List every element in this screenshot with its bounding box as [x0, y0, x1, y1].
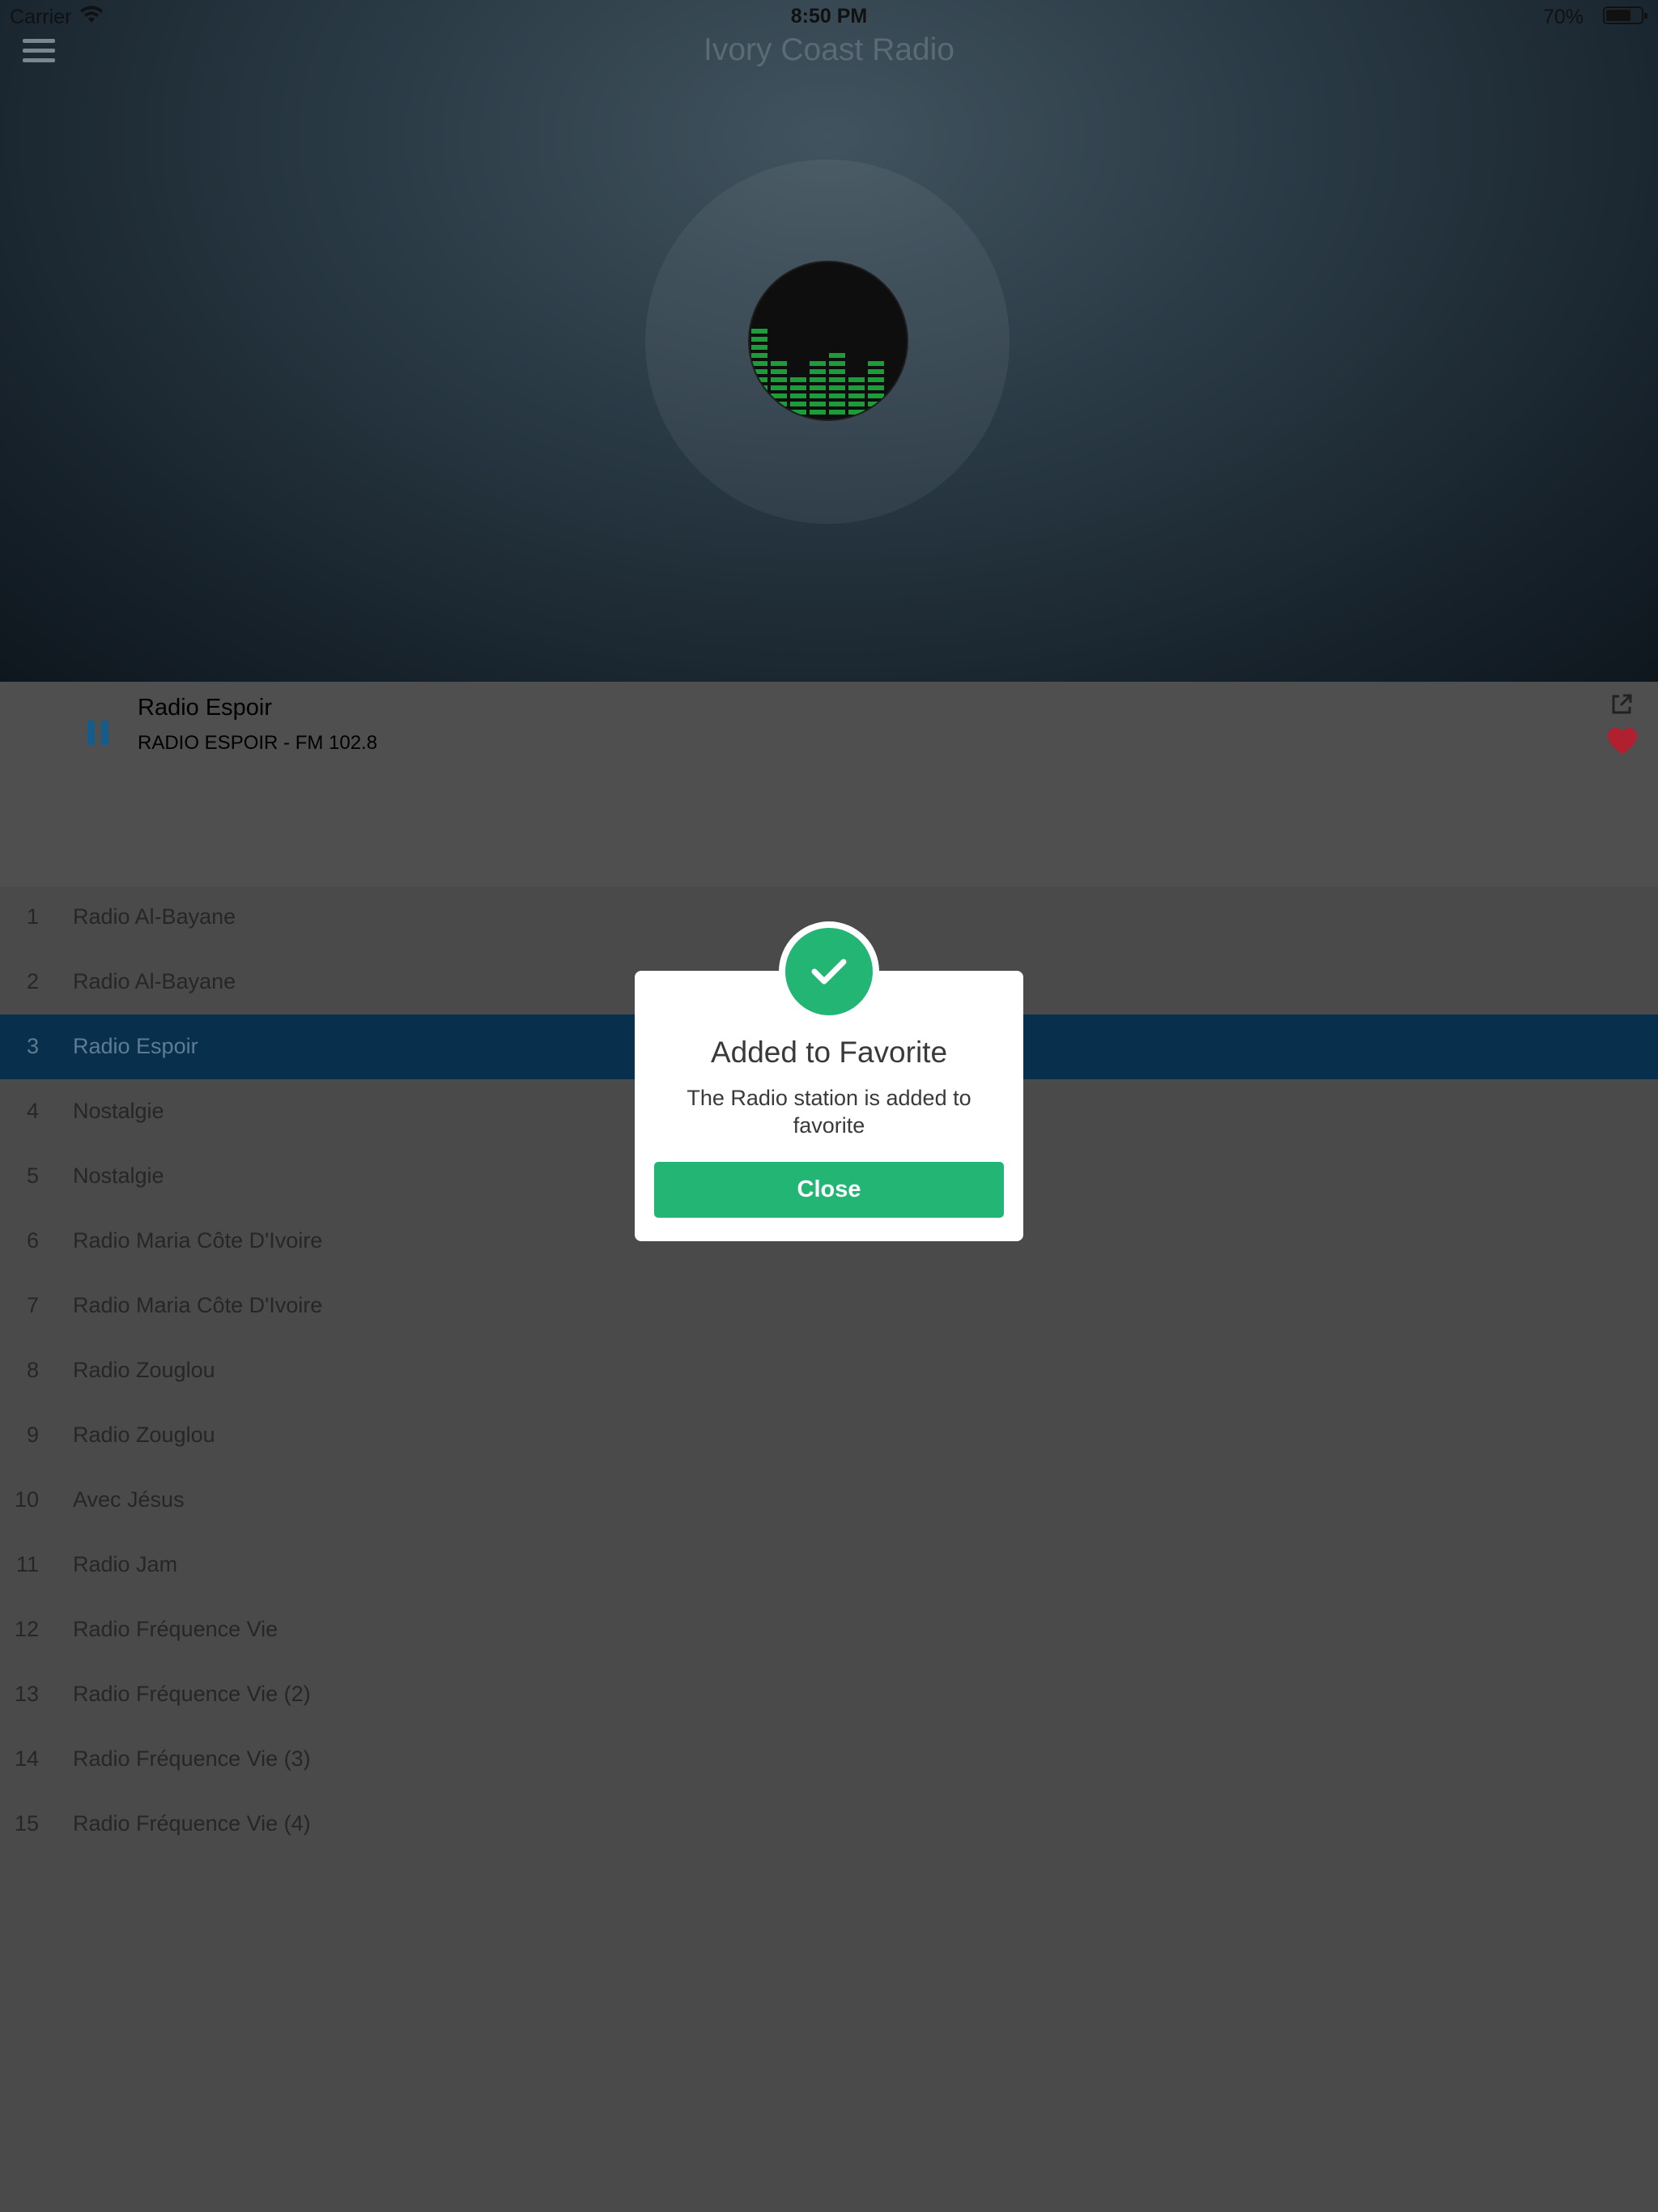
station-row[interactable]: 13 Radio Fréquence Vie (2): [0, 1662, 1658, 1727]
station-name: Radio Fréquence Vie (3): [73, 1746, 311, 1771]
dialog-message: The Radio station is added to favorite: [687, 1086, 971, 1138]
station-name: Radio Fréquence Vie (4): [73, 1811, 311, 1836]
station-number: 15: [14, 1811, 39, 1836]
now-playing-title: Radio Espoir: [138, 695, 273, 721]
station-number: 6: [26, 1228, 39, 1253]
hero-background: Carrier 8:50 PM 70% Ivory Coast Radio: [0, 0, 1658, 682]
now-playing-subtitle: RADIO ESPOIR - FM 102.8: [138, 732, 378, 754]
station-number: 10: [14, 1487, 39, 1512]
station-logo: [748, 261, 908, 421]
station-name: Radio Zouglou: [73, 1423, 215, 1447]
station-number: 7: [26, 1293, 39, 1317]
station-name: Radio Al-Bayane: [73, 969, 236, 993]
battery-icon: [1603, 6, 1647, 24]
station-row[interactable]: 15 Radio Fréquence Vie (4): [0, 1792, 1658, 1857]
station-name: Radio Fréquence Vie (2): [73, 1682, 311, 1706]
station-number: 3: [26, 1034, 39, 1058]
dialog-title: Added to Favorite: [710, 1036, 948, 1069]
station-number: 13: [14, 1682, 39, 1706]
station-row[interactable]: 9 Radio Zouglou: [0, 1403, 1658, 1468]
station-name: Radio Fréquence Vie: [73, 1617, 278, 1641]
battery-percent: 70%: [1542, 6, 1584, 28]
station-number: 5: [26, 1163, 39, 1188]
station-name: Radio Zouglou: [73, 1358, 215, 1382]
checkmark-icon: [811, 959, 847, 985]
station-name: Nostalgie: [73, 1099, 164, 1123]
station-name: Avec Jésus: [73, 1487, 185, 1512]
station-number: 9: [26, 1423, 39, 1447]
station-number: 4: [26, 1099, 39, 1123]
station-row[interactable]: 14 Radio Fréquence Vie (3): [0, 1727, 1658, 1792]
station-number: 8: [26, 1358, 39, 1382]
station-row[interactable]: 8 Radio Zouglou: [0, 1338, 1658, 1403]
share-icon[interactable]: [1609, 692, 1634, 717]
station-name: Nostalgie: [73, 1163, 164, 1188]
station-number: 14: [14, 1746, 39, 1771]
station-row[interactable]: 10 Avec Jésus: [0, 1468, 1658, 1533]
success-badge: [779, 921, 879, 1022]
pause-icon[interactable]: [87, 721, 112, 745]
station-number: 2: [26, 969, 39, 993]
page-title: Ivory Coast Radio: [704, 32, 954, 67]
station-name: Radio Jam: [73, 1552, 178, 1576]
station-row[interactable]: 12 Radio Fréquence Vie: [0, 1597, 1658, 1662]
equalizer-icon: [751, 329, 884, 415]
station-name: Radio Maria Côte D'Ivoire: [73, 1293, 323, 1317]
station-number: 11: [15, 1552, 39, 1576]
station-row[interactable]: 7 Radio Maria Côte D'Ivoire: [0, 1274, 1658, 1338]
station-name: Radio Al-Bayane: [73, 904, 236, 929]
station-number: 12: [14, 1617, 39, 1641]
station-name: Radio Maria Côte D'Ivoire: [73, 1228, 323, 1253]
close-button[interactable]: Close: [654, 1162, 1004, 1218]
heart-icon[interactable]: [1607, 727, 1638, 756]
station-name: Radio Espoir: [73, 1034, 198, 1058]
clock: 8:50 PM: [790, 5, 868, 28]
station-number: 1: [26, 904, 39, 929]
station-row[interactable]: 11 Radio Jam: [0, 1533, 1658, 1597]
status-bar: Carrier 8:50 PM 70%: [0, 0, 1658, 32]
